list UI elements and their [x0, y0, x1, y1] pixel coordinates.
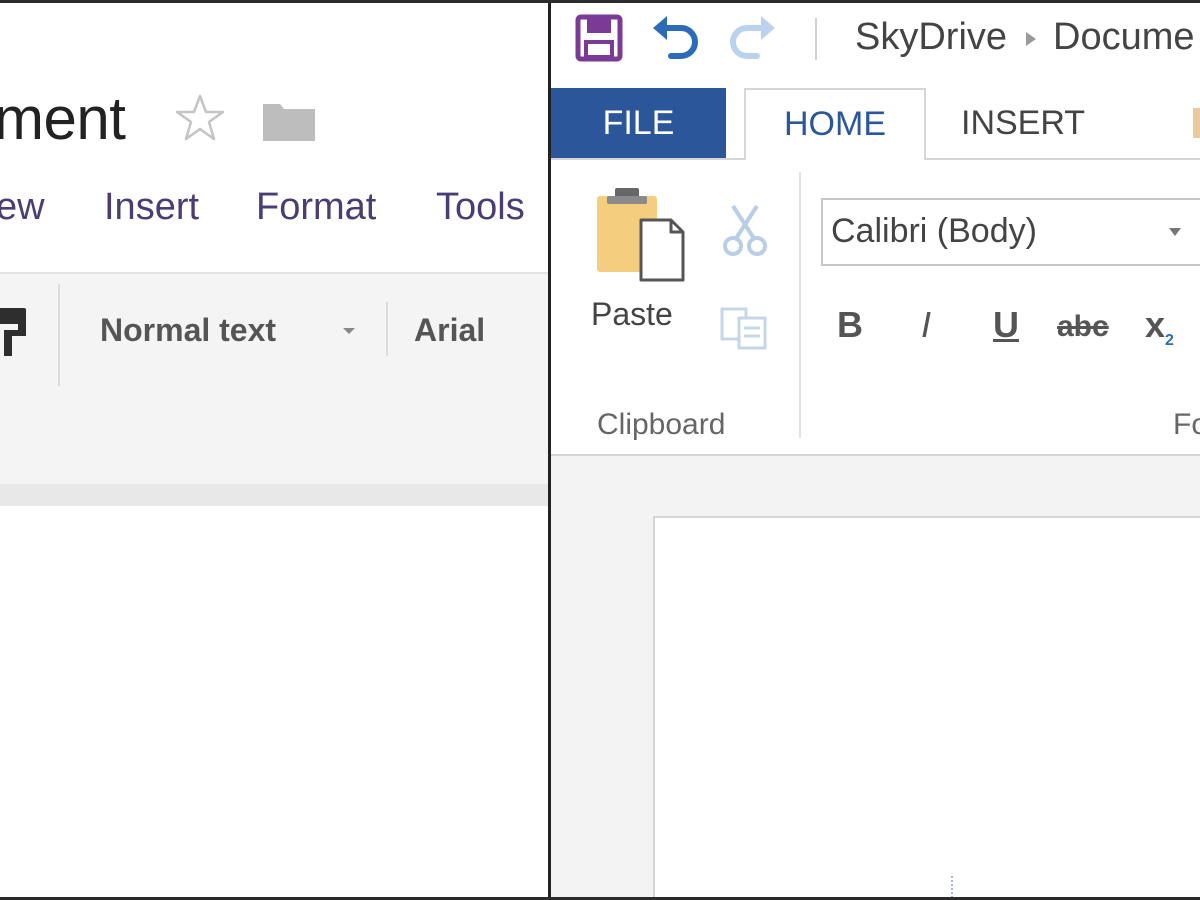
- google-docs-pane: ment ew Insert Format Tools Normal text …: [0, 0, 548, 900]
- menu-insert[interactable]: Insert: [104, 186, 199, 229]
- ribbon-group-separator: [799, 172, 801, 438]
- screenshot-frame: ment ew Insert Format Tools Normal text …: [0, 0, 1200, 900]
- document-page[interactable]: [653, 516, 1200, 900]
- subscript-mark: 2: [1165, 332, 1174, 350]
- paste-icon[interactable]: [593, 184, 689, 284]
- breadcrumb-skydrive[interactable]: SkyDrive: [855, 16, 1007, 58]
- paint-format-icon[interactable]: [0, 306, 30, 358]
- document-title[interactable]: ment: [0, 84, 126, 153]
- toolbar-shadow: [0, 484, 548, 506]
- italic-button[interactable]: I: [921, 304, 931, 346]
- toolbar-separator: [815, 18, 817, 60]
- folder-icon[interactable]: [262, 98, 316, 142]
- tab-home[interactable]: HOME: [744, 88, 926, 160]
- docs-toolbar: [0, 272, 548, 486]
- strikethrough-button[interactable]: abc: [1057, 310, 1109, 344]
- chevron-right-icon: [1026, 31, 1037, 46]
- paste-button-label[interactable]: Paste: [591, 296, 673, 333]
- font-group-label: Fo: [1173, 408, 1200, 441]
- text-cursor: [951, 876, 955, 898]
- word-online-pane: SkyDrive Docume FILE HOME INSERT Paste C…: [551, 0, 1200, 900]
- bold-button[interactable]: B: [837, 304, 863, 346]
- undo-icon[interactable]: [651, 14, 701, 62]
- document-canvas[interactable]: [0, 506, 548, 900]
- tab-insert[interactable]: INSERT: [961, 88, 1141, 158]
- chevron-down-icon[interactable]: [340, 322, 358, 340]
- redo-icon[interactable]: [727, 14, 777, 62]
- chevron-down-icon[interactable]: [1167, 226, 1183, 238]
- tab-file[interactable]: FILE: [551, 88, 726, 158]
- star-icon[interactable]: [174, 92, 226, 144]
- menu-view[interactable]: ew: [0, 186, 45, 229]
- breadcrumb: SkyDrive Docume: [855, 16, 1195, 59]
- clipboard-group-label: Clipboard: [597, 408, 726, 441]
- toolbar-separator: [58, 284, 60, 386]
- menu-tools[interactable]: Tools: [436, 186, 525, 229]
- font-family-select[interactable]: Arial: [414, 312, 485, 349]
- subscript-base: x: [1145, 304, 1166, 345]
- save-icon[interactable]: [575, 14, 623, 62]
- toolbar-separator: [386, 302, 388, 356]
- copy-icon[interactable]: [719, 306, 769, 350]
- tab-next-fragment[interactable]: [1193, 108, 1200, 138]
- font-name-value: Calibri (Body): [831, 212, 1037, 250]
- underline-button[interactable]: U: [993, 304, 1019, 346]
- cut-icon[interactable]: [721, 204, 769, 256]
- menu-format[interactable]: Format: [256, 186, 376, 229]
- pane-divider: [548, 0, 551, 900]
- breadcrumb-documents[interactable]: Docume: [1053, 16, 1195, 58]
- paragraph-style-select[interactable]: Normal text: [100, 312, 276, 349]
- subscript-button[interactable]: x2: [1145, 304, 1174, 350]
